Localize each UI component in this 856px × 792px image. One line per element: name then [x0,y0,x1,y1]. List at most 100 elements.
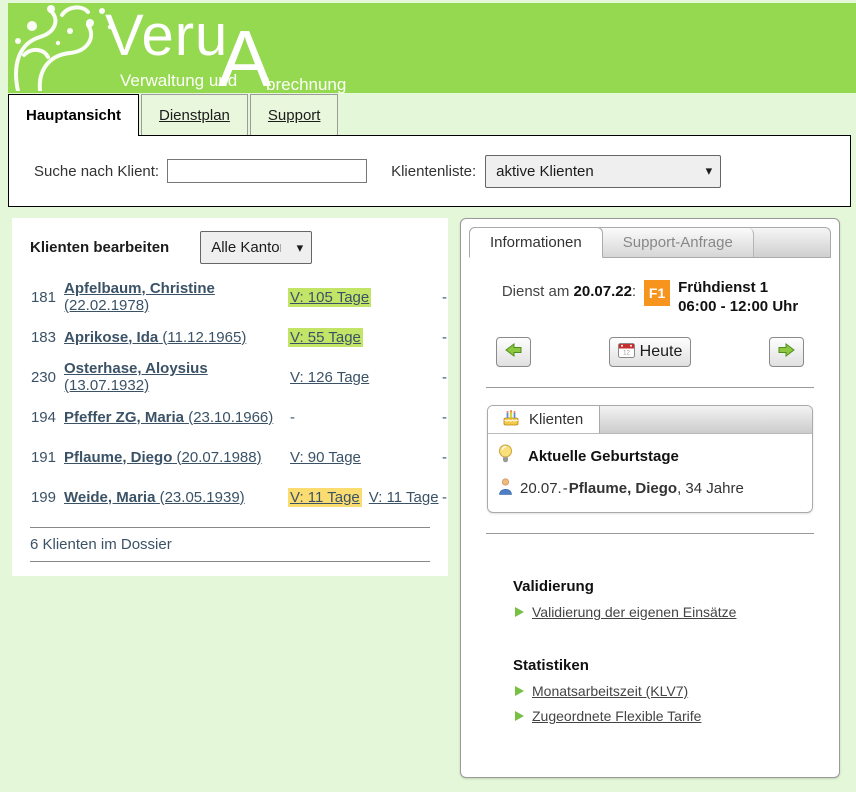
link-monatsarbeitszeit[interactable]: Monatsarbeitszeit (KLV7) [532,683,688,699]
logo-text: Veru [105,7,228,65]
client-id: 199 [30,489,56,506]
link-flexible-tarife[interactable]: Zugeordnete Flexible Tarife [532,708,701,724]
vacation-badge[interactable]: V: 11 Tage [367,488,441,507]
vacation-badge: - [288,408,297,427]
shift-time: 06:00 - 12:00 Uhr [678,298,798,315]
shift-details: Frühdienst 1 06:00 - 12:00 Uhr [678,278,798,316]
klienten-tab-label: Klienten [529,411,583,428]
client-row: 194 Pfeffer ZG, Maria (23.10.1966) - - [30,397,430,437]
service-label: Dienst am 20.07.22: [502,283,636,300]
vacation-cell: V: 11 Tage V: 11 Tage [288,488,434,507]
tab-hauptansicht[interactable]: Hauptansicht [8,94,139,136]
section-statistiken: Statistiken Monatsarbeitszeit (KLV7) Zug… [513,657,831,724]
client-rows: 181 Apfelbaum, Christine (22.02.1978) V:… [30,277,430,517]
vacation-cell: V: 105 Tage [288,288,434,307]
client-birthdate: (11.12.1965) [162,329,246,346]
klienten-box: Klienten Aktuelle Geburtstage [487,405,813,513]
svg-text:12: 12 [623,350,630,356]
client-id: 181 [30,289,56,306]
vacation-cell: V: 55 Tage [288,328,434,347]
client-name: Apfelbaum, Christine [64,280,215,297]
tab-support-anfrage[interactable]: Support-Anfrage [603,228,754,257]
triangle-bullet-icon [515,607,524,617]
tab-informationen[interactable]: Informationen [469,227,603,258]
divider [30,561,430,562]
info-tab-strip: Informationen Support-Anfrage [469,227,831,258]
client-name: Pfeffer ZG, Maria [64,409,184,426]
link-row: Monatsarbeitszeit (KLV7) [515,683,831,699]
klientenliste-select[interactable]: aktive Klienten [485,155,721,188]
vacation-badge[interactable]: V: 55 Tage [288,328,363,347]
birthday-heading: Aktuelle Geburtstage [528,448,679,465]
birthday-entry-row: 20.07.-Pflaume, Diego, 34 Jahre [498,478,800,499]
client-link[interactable]: Osterhase, Aloysius (13.07.1932) [64,360,280,394]
client-id: 183 [30,329,56,346]
section-heading: Statistiken [513,657,831,674]
client-count-text: 6 Klienten im Dossier [30,536,430,553]
info-panel: Informationen Support-Anfrage Dienst am … [460,218,840,778]
divider [486,387,814,388]
main-tab-bar: Hauptansicht Dienstplan Support [8,94,856,135]
klienten-box-tab-strip: Klienten [488,406,812,434]
vacation-cell: - [288,408,434,427]
search-section: Suche nach Klient: Klientenliste: aktive… [8,135,851,207]
birthday-cake-icon [502,410,520,430]
tab-dienstplan[interactable]: Dienstplan [141,94,248,135]
vacation-badge[interactable]: V: 90 Tage [288,448,363,467]
client-list-panel: Klienten bearbeiten Alle Kantone 181 Apf… [12,218,448,576]
shift-name: Frühdienst 1 [678,279,768,296]
kantone-select[interactable]: Alle Kantone [200,231,312,264]
link-validierung-einsaetze[interactable]: Validierung der eigenen Einsätze [532,604,736,620]
dash-value: - [442,409,447,426]
client-birthdate: (20.07.1988) [177,449,262,466]
calendar-icon: 12 [618,342,635,363]
klient-search-input[interactable] [167,159,367,183]
client-birthdate: (23.05.1939) [160,489,245,506]
client-id: 191 [30,449,56,466]
tab-klienten[interactable]: Klienten [488,406,600,433]
prev-day-button[interactable] [496,337,531,367]
shift-badge: F1 [644,280,670,306]
birthday-heading-row: Aktuelle Geburtstage [498,444,800,468]
arrow-right-icon [778,343,795,362]
client-link[interactable]: Apfelbaum, Christine (22.02.1978) [64,280,280,314]
service-info-row: Dienst am 20.07.22: F1 Frühdienst 1 06:0… [469,278,831,316]
client-link[interactable]: Pflaume, Diego (20.07.1988) [64,449,280,466]
arrow-left-icon [505,343,522,362]
vacation-badge[interactable]: V: 11 Tage [288,488,362,507]
vacation-cell: V: 126 Tage [288,368,434,387]
next-day-button[interactable] [769,337,804,367]
tab-support[interactable]: Support [250,94,339,135]
client-name: Aprikose, Ida [64,329,158,346]
client-list-header: Klienten bearbeiten Alle Kantone [30,231,430,264]
divider [30,527,430,528]
client-link[interactable]: Pfeffer ZG, Maria (23.10.1966) [64,409,280,426]
dash-value: - [442,449,447,466]
today-button[interactable]: 12 Heute [609,337,692,367]
client-link[interactable]: Weide, Maria (23.05.1939) [64,489,280,506]
triangle-bullet-icon [515,686,524,696]
date-navigation: 12 Heute [469,337,831,367]
logo-subtitle-left: Verwaltung und [120,71,237,91]
client-row: 183 Aprikose, Ida (11.12.1965) V: 55 Tag… [30,317,430,357]
vacation-badge[interactable]: V: 105 Tage [288,288,371,307]
today-button-label: Heute [640,343,683,361]
client-name: Pflaume, Diego [64,449,172,466]
klienten-box-body: Aktuelle Geburtstage 20.07.-Pflaume, Die… [488,434,812,512]
client-id: 194 [30,409,56,426]
dash-value: - [442,289,447,306]
client-row: 191 Pflaume, Diego (20.07.1988) V: 90 Ta… [30,437,430,477]
vacation-badge[interactable]: V: 126 Tage [288,368,371,387]
client-name: Osterhase, Aloysius [64,360,208,377]
link-row: Zugeordnete Flexible Tarife [515,708,831,724]
dash-value: - [442,489,447,506]
client-link[interactable]: Aprikose, Ida (11.12.1965) [64,329,280,346]
klientenliste-select-wrap: aktive Klienten [476,155,721,188]
section-validierung: Validierung Validierung der eigenen Eins… [513,578,831,620]
birthday-entry: 20.07.-Pflaume, Diego, 34 Jahre [520,480,744,497]
floral-ornament-icon [10,3,118,96]
client-birthdate: (23.10.1966) [188,409,273,426]
client-birthdate: (22.02.1978) [64,297,149,314]
client-row: 230 Osterhase, Aloysius (13.07.1932) V: … [30,357,430,397]
client-list-title: Klienten bearbeiten [30,239,169,256]
